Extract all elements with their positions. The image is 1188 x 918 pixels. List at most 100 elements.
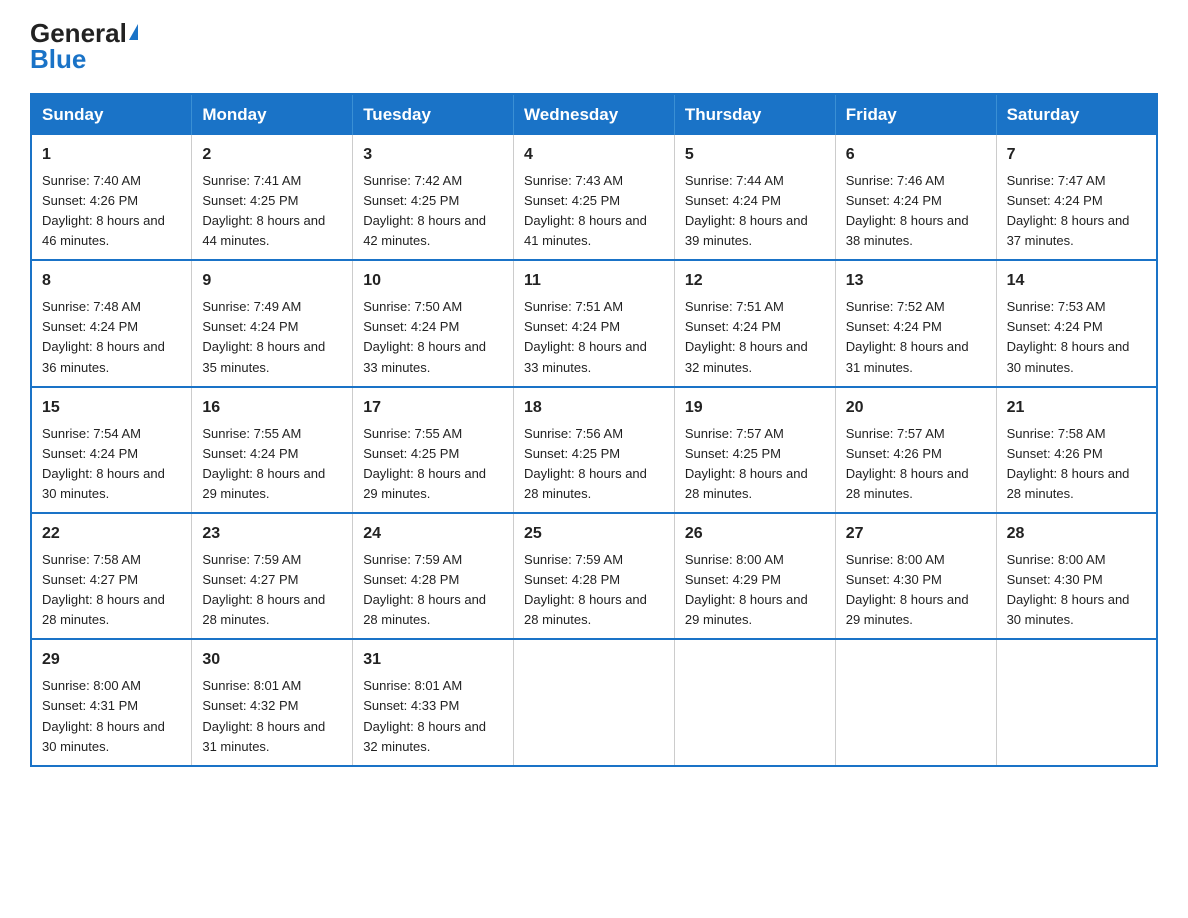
day-number: 4 <box>524 143 664 168</box>
col-header-sunday: Sunday <box>31 94 192 135</box>
day-info: Sunrise: 7:58 AMSunset: 4:27 PMDaylight:… <box>42 552 165 627</box>
calendar-day-cell: 15 Sunrise: 7:54 AMSunset: 4:24 PMDaylig… <box>31 387 192 513</box>
day-info: Sunrise: 7:41 AMSunset: 4:25 PMDaylight:… <box>202 173 325 248</box>
day-info: Sunrise: 7:56 AMSunset: 4:25 PMDaylight:… <box>524 426 647 501</box>
day-info: Sunrise: 8:00 AMSunset: 4:29 PMDaylight:… <box>685 552 808 627</box>
day-number: 3 <box>363 143 503 168</box>
day-info: Sunrise: 7:59 AMSunset: 4:27 PMDaylight:… <box>202 552 325 627</box>
calendar-day-cell: 9 Sunrise: 7:49 AMSunset: 4:24 PMDayligh… <box>192 260 353 386</box>
calendar-day-cell: 23 Sunrise: 7:59 AMSunset: 4:27 PMDaylig… <box>192 513 353 639</box>
calendar-day-cell: 26 Sunrise: 8:00 AMSunset: 4:29 PMDaylig… <box>674 513 835 639</box>
day-number: 23 <box>202 522 342 547</box>
col-header-friday: Friday <box>835 94 996 135</box>
day-number: 21 <box>1007 396 1146 421</box>
day-info: Sunrise: 7:51 AMSunset: 4:24 PMDaylight:… <box>524 299 647 374</box>
calendar-week-row: 29 Sunrise: 8:00 AMSunset: 4:31 PMDaylig… <box>31 639 1157 765</box>
day-number: 11 <box>524 269 664 294</box>
day-number: 31 <box>363 648 503 673</box>
day-info: Sunrise: 7:46 AMSunset: 4:24 PMDaylight:… <box>846 173 969 248</box>
calendar-day-cell: 24 Sunrise: 7:59 AMSunset: 4:28 PMDaylig… <box>353 513 514 639</box>
calendar-day-cell: 25 Sunrise: 7:59 AMSunset: 4:28 PMDaylig… <box>514 513 675 639</box>
calendar-day-cell: 3 Sunrise: 7:42 AMSunset: 4:25 PMDayligh… <box>353 135 514 260</box>
col-header-saturday: Saturday <box>996 94 1157 135</box>
day-info: Sunrise: 7:40 AMSunset: 4:26 PMDaylight:… <box>42 173 165 248</box>
day-number: 15 <box>42 396 181 421</box>
header-area: General Blue <box>30 20 1158 75</box>
day-number: 30 <box>202 648 342 673</box>
day-number: 19 <box>685 396 825 421</box>
logo: General Blue <box>30 20 138 75</box>
day-number: 27 <box>846 522 986 547</box>
calendar-day-cell: 12 Sunrise: 7:51 AMSunset: 4:24 PMDaylig… <box>674 260 835 386</box>
calendar-day-cell: 4 Sunrise: 7:43 AMSunset: 4:25 PMDayligh… <box>514 135 675 260</box>
day-info: Sunrise: 7:53 AMSunset: 4:24 PMDaylight:… <box>1007 299 1130 374</box>
day-number: 25 <box>524 522 664 547</box>
day-info: Sunrise: 8:01 AMSunset: 4:32 PMDaylight:… <box>202 678 325 753</box>
calendar-week-row: 15 Sunrise: 7:54 AMSunset: 4:24 PMDaylig… <box>31 387 1157 513</box>
day-number: 20 <box>846 396 986 421</box>
calendar-day-cell: 7 Sunrise: 7:47 AMSunset: 4:24 PMDayligh… <box>996 135 1157 260</box>
calendar-day-cell: 20 Sunrise: 7:57 AMSunset: 4:26 PMDaylig… <box>835 387 996 513</box>
day-number: 13 <box>846 269 986 294</box>
empty-cell <box>996 639 1157 765</box>
day-number: 16 <box>202 396 342 421</box>
day-info: Sunrise: 7:43 AMSunset: 4:25 PMDaylight:… <box>524 173 647 248</box>
day-info: Sunrise: 7:52 AMSunset: 4:24 PMDaylight:… <box>846 299 969 374</box>
calendar-day-cell: 10 Sunrise: 7:50 AMSunset: 4:24 PMDaylig… <box>353 260 514 386</box>
day-number: 9 <box>202 269 342 294</box>
day-info: Sunrise: 7:58 AMSunset: 4:26 PMDaylight:… <box>1007 426 1130 501</box>
day-number: 12 <box>685 269 825 294</box>
day-info: Sunrise: 7:49 AMSunset: 4:24 PMDaylight:… <box>202 299 325 374</box>
day-info: Sunrise: 7:48 AMSunset: 4:24 PMDaylight:… <box>42 299 165 374</box>
empty-cell <box>514 639 675 765</box>
calendar-day-cell: 13 Sunrise: 7:52 AMSunset: 4:24 PMDaylig… <box>835 260 996 386</box>
day-info: Sunrise: 7:54 AMSunset: 4:24 PMDaylight:… <box>42 426 165 501</box>
calendar-day-cell: 6 Sunrise: 7:46 AMSunset: 4:24 PMDayligh… <box>835 135 996 260</box>
day-info: Sunrise: 7:55 AMSunset: 4:24 PMDaylight:… <box>202 426 325 501</box>
day-number: 6 <box>846 143 986 168</box>
col-header-tuesday: Tuesday <box>353 94 514 135</box>
col-header-monday: Monday <box>192 94 353 135</box>
day-number: 28 <box>1007 522 1146 547</box>
logo-general: General <box>30 20 138 46</box>
day-info: Sunrise: 8:00 AMSunset: 4:30 PMDaylight:… <box>846 552 969 627</box>
day-info: Sunrise: 7:57 AMSunset: 4:25 PMDaylight:… <box>685 426 808 501</box>
calendar-day-cell: 31 Sunrise: 8:01 AMSunset: 4:33 PMDaylig… <box>353 639 514 765</box>
calendar-day-cell: 19 Sunrise: 7:57 AMSunset: 4:25 PMDaylig… <box>674 387 835 513</box>
col-header-wednesday: Wednesday <box>514 94 675 135</box>
calendar-day-cell: 17 Sunrise: 7:55 AMSunset: 4:25 PMDaylig… <box>353 387 514 513</box>
calendar-day-cell: 11 Sunrise: 7:51 AMSunset: 4:24 PMDaylig… <box>514 260 675 386</box>
day-number: 22 <box>42 522 181 547</box>
empty-cell <box>674 639 835 765</box>
calendar-day-cell: 30 Sunrise: 8:01 AMSunset: 4:32 PMDaylig… <box>192 639 353 765</box>
day-number: 17 <box>363 396 503 421</box>
calendar-day-cell: 22 Sunrise: 7:58 AMSunset: 4:27 PMDaylig… <box>31 513 192 639</box>
day-number: 2 <box>202 143 342 168</box>
calendar-week-row: 22 Sunrise: 7:58 AMSunset: 4:27 PMDaylig… <box>31 513 1157 639</box>
calendar-table: SundayMondayTuesdayWednesdayThursdayFrid… <box>30 93 1158 767</box>
day-info: Sunrise: 7:59 AMSunset: 4:28 PMDaylight:… <box>363 552 486 627</box>
calendar-day-cell: 14 Sunrise: 7:53 AMSunset: 4:24 PMDaylig… <box>996 260 1157 386</box>
calendar-header-row: SundayMondayTuesdayWednesdayThursdayFrid… <box>31 94 1157 135</box>
day-info: Sunrise: 7:50 AMSunset: 4:24 PMDaylight:… <box>363 299 486 374</box>
day-number: 1 <box>42 143 181 168</box>
empty-cell <box>835 639 996 765</box>
calendar-day-cell: 27 Sunrise: 8:00 AMSunset: 4:30 PMDaylig… <box>835 513 996 639</box>
calendar-week-row: 8 Sunrise: 7:48 AMSunset: 4:24 PMDayligh… <box>31 260 1157 386</box>
calendar-day-cell: 18 Sunrise: 7:56 AMSunset: 4:25 PMDaylig… <box>514 387 675 513</box>
day-number: 5 <box>685 143 825 168</box>
day-info: Sunrise: 7:59 AMSunset: 4:28 PMDaylight:… <box>524 552 647 627</box>
day-number: 14 <box>1007 269 1146 294</box>
calendar-week-row: 1 Sunrise: 7:40 AMSunset: 4:26 PMDayligh… <box>31 135 1157 260</box>
calendar-day-cell: 29 Sunrise: 8:00 AMSunset: 4:31 PMDaylig… <box>31 639 192 765</box>
logo-blue: Blue <box>30 44 86 75</box>
day-info: Sunrise: 8:01 AMSunset: 4:33 PMDaylight:… <box>363 678 486 753</box>
day-number: 7 <box>1007 143 1146 168</box>
calendar-day-cell: 28 Sunrise: 8:00 AMSunset: 4:30 PMDaylig… <box>996 513 1157 639</box>
day-number: 26 <box>685 522 825 547</box>
day-number: 24 <box>363 522 503 547</box>
calendar-day-cell: 5 Sunrise: 7:44 AMSunset: 4:24 PMDayligh… <box>674 135 835 260</box>
day-info: Sunrise: 7:57 AMSunset: 4:26 PMDaylight:… <box>846 426 969 501</box>
day-number: 8 <box>42 269 181 294</box>
col-header-thursday: Thursday <box>674 94 835 135</box>
